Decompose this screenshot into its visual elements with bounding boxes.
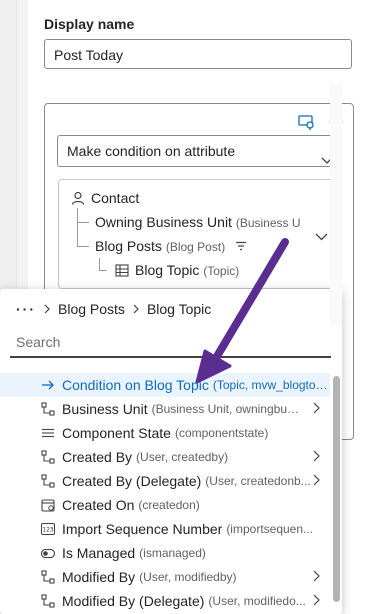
scrollbar-thumb[interactable] bbox=[333, 376, 340, 602]
tree-connector bbox=[99, 258, 100, 270]
svg-text:123: 123 bbox=[42, 527, 54, 534]
relationship-icon bbox=[40, 473, 56, 489]
list-item-condition[interactable]: Condition on Blog Topic (Topic, mvw_blogt… bbox=[0, 373, 330, 397]
calendar-icon bbox=[40, 497, 56, 513]
crumb-blog-topic[interactable]: Blog Topic bbox=[147, 301, 211, 317]
display-name-input[interactable]: Post Today bbox=[44, 39, 352, 69]
breadcrumb-separator-icon bbox=[44, 301, 50, 317]
chevron-right-icon bbox=[313, 473, 320, 489]
entity-tree: Contact Owning Business Unit (Business U… bbox=[58, 179, 341, 289]
relationship-icon bbox=[40, 401, 56, 417]
list-item[interactable]: Created On (createdon) bbox=[0, 493, 330, 517]
chevron-right-icon bbox=[313, 593, 320, 609]
contact-node[interactable]: Contact bbox=[71, 190, 139, 206]
arrow-right-icon bbox=[40, 377, 56, 393]
search-input[interactable]: Search bbox=[10, 328, 331, 358]
list-item[interactable]: Modified By (Delegate) (User, modifiedo..… bbox=[0, 589, 330, 613]
display-name-label: Display name bbox=[44, 16, 135, 32]
breadcrumb: ··· Blog Posts Blog Topic bbox=[16, 301, 211, 317]
tree-connector bbox=[77, 222, 89, 223]
blog-posts-node[interactable]: Blog Posts (Blog Post) bbox=[95, 238, 247, 254]
more-crumbs-button[interactable]: ··· bbox=[16, 301, 36, 317]
list-item[interactable]: Created By (Delegate) (User, createdonb..… bbox=[0, 469, 330, 493]
owning-business-unit-node[interactable]: Owning Business Unit (Business U bbox=[95, 214, 301, 230]
insights-icon[interactable] bbox=[297, 114, 315, 130]
toggle-icon bbox=[40, 545, 56, 561]
blog-topic-node[interactable]: Blog Topic (Topic) bbox=[115, 262, 239, 278]
list-item[interactable]: Created By (User, createdby) bbox=[0, 445, 330, 469]
tree-connector bbox=[99, 270, 107, 271]
list-item[interactable]: Is Managed (ismanaged) bbox=[0, 541, 330, 565]
tree-connector bbox=[77, 208, 78, 246]
list-item[interactable]: Modified By (User, modifiedby) bbox=[0, 565, 330, 589]
chevron-right-icon bbox=[313, 401, 320, 417]
table-icon bbox=[115, 264, 129, 277]
crumb-blog-posts[interactable]: Blog Posts bbox=[58, 301, 125, 317]
relationship-icon bbox=[40, 593, 56, 609]
list-item[interactable]: Business Unit (Business Unit, owningbusi.… bbox=[0, 397, 330, 421]
filter-icon bbox=[236, 241, 247, 251]
list-item[interactable]: 123 Import Sequence Number (importsequen.… bbox=[0, 517, 330, 541]
condition-type-value: Make condition on attribute bbox=[67, 143, 236, 159]
relationship-icon bbox=[40, 569, 56, 585]
chevron-right-icon bbox=[313, 569, 320, 585]
list-item[interactable]: Component State (componentstate) bbox=[0, 421, 330, 445]
condition-type-select[interactable]: Make condition on attribute bbox=[57, 135, 342, 167]
number-icon: 123 bbox=[40, 521, 56, 537]
breadcrumb-separator-icon bbox=[133, 301, 139, 317]
list-scrollbar[interactable] bbox=[330, 84, 342, 325]
relationship-icon bbox=[40, 449, 56, 465]
person-icon bbox=[71, 191, 85, 205]
list-icon bbox=[40, 425, 56, 441]
tree-connector bbox=[77, 246, 89, 247]
chevron-right-icon bbox=[313, 449, 320, 465]
attribute-picker-popup: ··· Blog Posts Blog Topic Search Conditi… bbox=[0, 289, 342, 614]
